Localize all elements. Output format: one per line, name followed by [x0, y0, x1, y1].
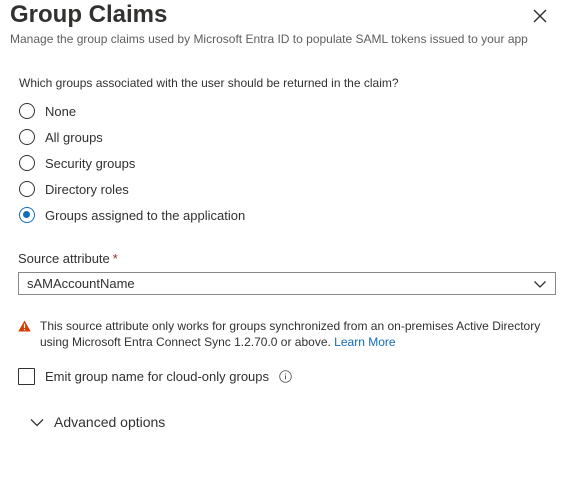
learn-more-link[interactable]: Learn More — [334, 335, 395, 349]
cloud-only-checkbox-row[interactable]: Emit group name for cloud-only groups — [18, 367, 292, 385]
radio-label: All groups — [45, 129, 103, 145]
close-button[interactable] — [530, 6, 550, 26]
warning-icon — [18, 320, 31, 332]
advanced-options-label: Advanced options — [54, 414, 166, 430]
panel-subtitle: Manage the group claims used by Microsof… — [10, 32, 528, 46]
radio-option-all-groups[interactable]: All groups — [19, 124, 245, 150]
source-attribute-label-text: Source attribute — [18, 251, 110, 266]
radio-label: Security groups — [45, 155, 136, 171]
radio-option-directory-roles[interactable]: Directory roles — [19, 176, 245, 202]
chevron-down-icon — [534, 281, 546, 288]
close-icon — [533, 9, 547, 23]
radio-button[interactable] — [19, 181, 35, 197]
groups-radio-group: None All groups Security groups Director… — [19, 98, 245, 228]
cloud-only-checkbox[interactable] — [18, 367, 35, 385]
radio-option-security-groups[interactable]: Security groups — [19, 150, 245, 176]
radio-label: Directory roles — [45, 181, 129, 197]
radio-button[interactable] — [19, 155, 35, 171]
radio-label: None — [45, 103, 77, 119]
radio-button-selected[interactable] — [19, 207, 35, 223]
radio-option-groups-assigned[interactable]: Groups assigned to the application — [19, 202, 245, 228]
required-marker: * — [112, 251, 118, 266]
info-icon[interactable] — [279, 369, 292, 383]
radio-option-none[interactable]: None — [19, 98, 245, 124]
radio-label: Groups assigned to the application — [45, 207, 246, 223]
source-attribute-label: Source attribute * — [18, 251, 118, 267]
panel-title: Group Claims — [10, 1, 168, 28]
warning-body: This source attribute only works for gro… — [40, 319, 541, 349]
checkbox-label: Emit group name for cloud-only groups — [45, 368, 270, 384]
source-attribute-dropdown[interactable]: sAMAccountName — [18, 272, 556, 295]
group-claims-panel: Group Claims Manage the group claims use… — [0, 0, 576, 501]
chevron-down-icon — [30, 418, 44, 426]
dropdown-selected-value: sAMAccountName — [27, 276, 135, 291]
advanced-options-toggle[interactable]: Advanced options — [30, 413, 165, 431]
groups-question-label: Which groups associated with the user sh… — [19, 76, 399, 90]
radio-button[interactable] — [19, 129, 35, 145]
radio-button[interactable] — [19, 103, 35, 119]
warning-text: This source attribute only works for gro… — [40, 318, 570, 350]
